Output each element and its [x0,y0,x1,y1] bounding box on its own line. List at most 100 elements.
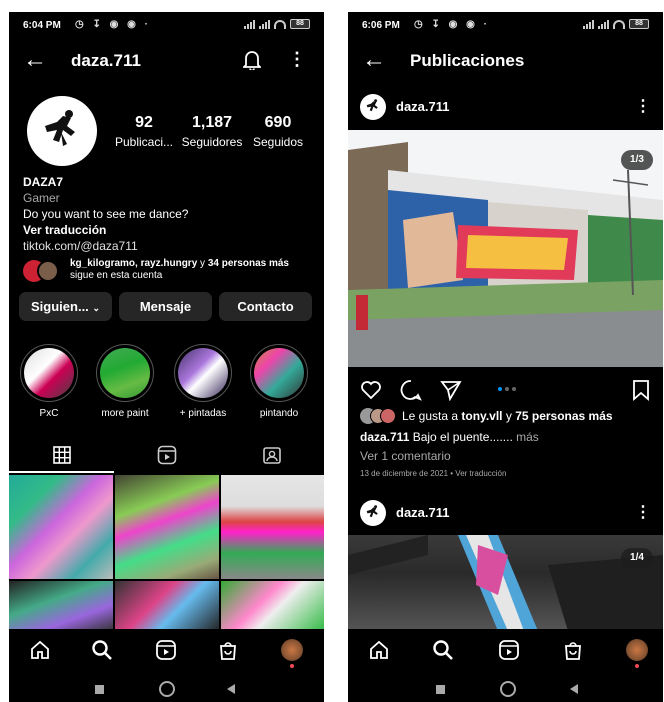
follower-avatar-2 [37,260,59,282]
highlight-more-paint-image [100,348,150,398]
highlight-pintando[interactable]: pintando [247,344,311,419]
stat-posts-label: Publicaci... [114,135,174,149]
post-1-likes[interactable]: Le gusta a tony.vll y 75 personas más [360,408,660,426]
caption-more-link[interactable]: más [516,430,539,444]
post-1-counter: 1/3 [621,150,653,170]
contact-button[interactable]: Contacto [219,292,312,321]
wifi-icon [274,19,286,29]
back-arrow-icon[interactable]: ← [362,48,386,72]
dancer-logo-icon [366,505,378,518]
bottom-nav [9,629,324,671]
carousel-dots [498,387,516,391]
grid-post-5[interactable] [115,581,219,631]
view-comments-link[interactable]: Ver 1 comentario [360,449,451,463]
post-2-options-icon[interactable]: ⋮ [635,502,651,522]
highlight-pintando-image [254,348,304,398]
followed-by-suffix: sigue en esta cuenta [70,270,163,281]
stat-followers[interactable]: 1,187 Seguidores [177,114,247,149]
heart-icon[interactable] [360,379,382,401]
translate-link[interactable]: Ver traducción [23,222,313,238]
highlight-pintando-label: pintando [259,408,299,419]
status-bar: 6:06 PM ◷ ↧ ◉ ◉ · 88 [348,12,663,40]
tab-grid[interactable] [9,437,114,473]
post-2-counter: 1/4 [621,548,653,568]
post-1-image[interactable] [348,130,663,367]
back-arrow-icon[interactable]: ← [23,48,47,72]
caption-text: Bajo el puente....... [409,430,517,444]
signal-icon [244,19,255,29]
stat-following-label: Seguidos [252,135,304,149]
likes-prefix: Le gusta a [402,409,462,423]
posts-screen: 6:06 PM ◷ ↧ ◉ ◉ · 88 ← Publicaciones daz… [348,12,663,702]
shop-icon[interactable] [217,639,239,661]
caption-username[interactable]: daza.711 [360,430,409,444]
home-button-icon[interactable] [500,681,516,697]
post-1-avatar[interactable] [360,94,386,120]
profile-avatar[interactable] [27,96,97,166]
following-button[interactable]: Siguien... ⌄ [19,292,112,321]
bookmark-icon[interactable] [631,379,651,401]
bio-link[interactable]: tiktok.com/@daza711 [23,238,313,254]
highlight-pxc[interactable]: PxC [17,344,81,419]
share-icon[interactable] [440,379,462,401]
bottom-nav [348,629,663,671]
display-name: DAZA7 [23,175,64,189]
stat-followers-label: Seguidores [181,135,243,149]
following-button-label: Siguien... [31,299,89,314]
post-1-options-icon[interactable]: ⋮ [635,96,651,116]
back-button-icon[interactable] [227,684,235,694]
reels-nav-icon[interactable] [155,639,177,661]
notification-dot [635,664,639,668]
signal-icon [583,19,594,29]
status-time: 6:04 PM [23,20,61,31]
profile-bio: DAZA7 Gamer Do you want to see me dance?… [23,174,313,254]
followed-by-names: kg_kilogramo, rayz.hungry [70,258,198,269]
post-1-header: daza.711 ⋮ [348,88,663,124]
post-1-username[interactable]: daza.711 [396,99,450,114]
bell-icon[interactable] [243,50,261,70]
followed-by-mid: y [197,258,208,269]
grid-post-4[interactable] [9,581,113,631]
signal-icon-2 [598,19,609,29]
grid-post-3[interactable] [221,475,324,579]
follower-avatars [23,260,65,282]
highlight-pintadas[interactable]: + pintadas [171,344,235,419]
grid-post-1[interactable] [9,475,113,579]
notification-icons: ◷ ↧ ◉ ◉ · [414,19,490,30]
signal-icon-2 [259,19,270,29]
profile-nav-avatar[interactable] [281,639,303,661]
tab-reels[interactable] [114,437,219,473]
highlight-more-paint-label: more paint [101,408,149,419]
shop-icon[interactable] [562,639,584,661]
post-2-username[interactable]: daza.711 [396,505,450,520]
post-2-image[interactable] [348,535,663,631]
home-icon[interactable] [29,639,51,661]
grid-post-6[interactable] [221,581,324,631]
stat-posts[interactable]: 92 Publicaci... [109,114,179,149]
search-icon[interactable] [91,639,113,661]
recent-apps-icon[interactable] [436,685,445,694]
profile-nav-avatar[interactable] [626,639,648,661]
home-button-icon[interactable] [159,681,175,697]
home-icon[interactable] [368,639,390,661]
highlight-pintadas-image [178,348,228,398]
followed-by-others: 34 personas más [207,258,289,269]
comment-icon[interactable] [400,379,422,401]
more-options-icon[interactable]: ⋮ [288,50,306,68]
grid-post-2[interactable] [115,475,219,579]
post-2-avatar[interactable] [360,500,386,526]
active-tab-indicator [9,471,114,473]
highlight-more-paint[interactable]: more paint [93,344,157,419]
tab-tagged[interactable] [219,437,324,473]
carousel-dot [512,387,516,391]
recent-apps-icon[interactable] [95,685,104,694]
search-icon[interactable] [432,639,454,661]
likes-user: tony.vll [461,409,503,423]
message-button[interactable]: Mensaje [119,292,212,321]
likes-text: Le gusta a tony.vll y 75 personas más [402,409,613,423]
stat-following[interactable]: 690 Seguidos [243,114,313,149]
followed-by[interactable]: kg_kilogramo, rayz.hungry y 34 personas … [23,258,318,284]
reels-nav-icon[interactable] [498,639,520,661]
post-1-caption: daza.711 Bajo el puente....... más [360,430,539,444]
back-button-icon[interactable] [570,684,578,694]
